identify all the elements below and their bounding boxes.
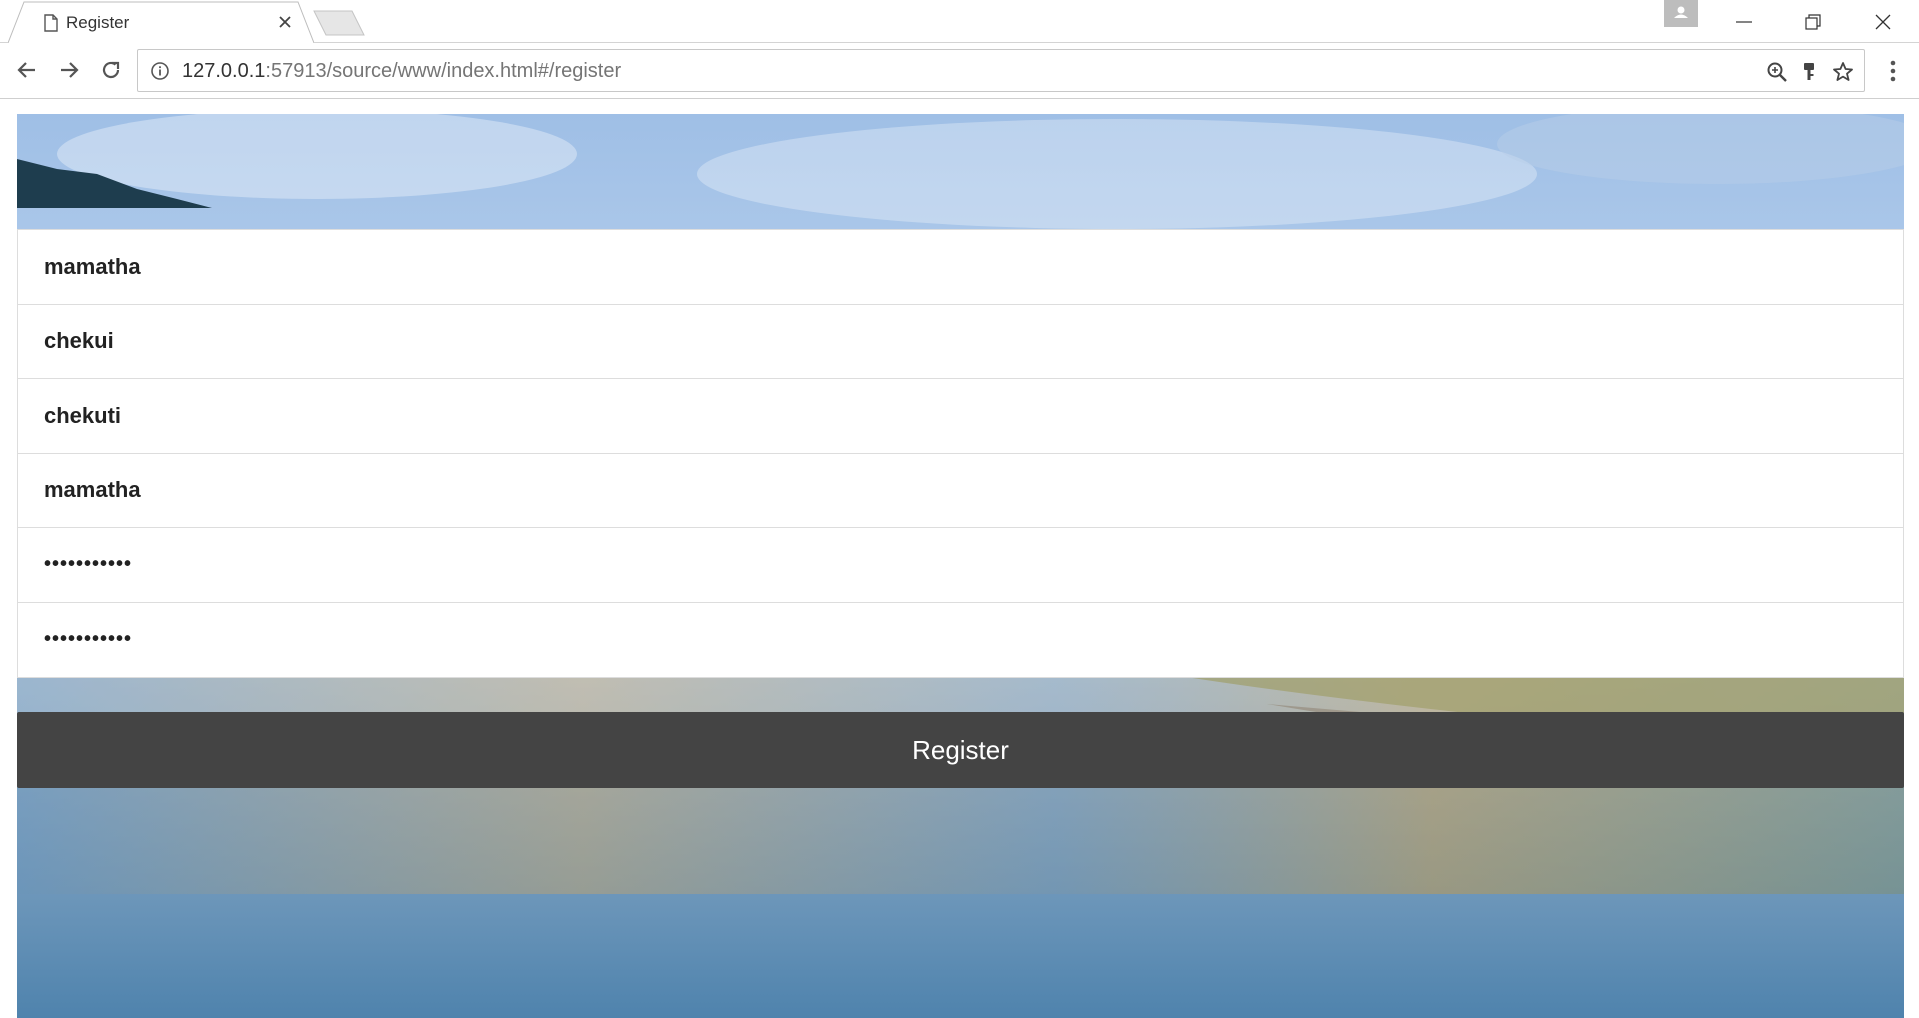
zoom-icon[interactable] <box>1765 60 1789 84</box>
forward-arrow-icon <box>61 62 79 78</box>
avatar-icon <box>1674 6 1688 18</box>
address-bar[interactable]: 127.0.0.1:57913/source/www/index.html#/r… <box>137 49 1865 92</box>
page-viewport: mamatha chekui chekuti mamatha •••••••••… <box>0 100 1919 1018</box>
reload-button[interactable] <box>96 55 126 85</box>
more-menu-icon[interactable] <box>1880 56 1906 86</box>
tab-title: Register <box>66 13 130 32</box>
register-button[interactable]: Register <box>17 712 1904 788</box>
confirm-password-field[interactable]: ••••••••••• <box>18 603 1903 678</box>
browser-toolbar: 127.0.0.1:57913/source/www/index.html#/r… <box>0 43 1919 99</box>
new-tab-button[interactable] <box>312 10 366 36</box>
close-window-button[interactable] <box>1849 0 1917 42</box>
first-name-field[interactable]: mamatha <box>18 230 1903 305</box>
tab-strip: Register <box>0 0 1919 43</box>
url-text[interactable]: 127.0.0.1:57913/source/www/index.html#/r… <box>182 60 621 83</box>
minimize-icon <box>1736 21 1752 23</box>
star-icon[interactable] <box>1831 60 1855 84</box>
restore-icon <box>1805 14 1821 30</box>
back-button[interactable] <box>12 55 42 85</box>
password-field[interactable]: ••••••••••• <box>18 528 1903 603</box>
profile-button[interactable] <box>1664 0 1698 27</box>
name-field[interactable]: mamatha <box>18 454 1903 528</box>
info-icon[interactable] <box>150 61 170 81</box>
url-path: :57913/source/www/index.html#/register <box>265 60 622 82</box>
back-arrow-icon <box>17 62 35 78</box>
url-host: 127.0.0.1 <box>182 60 266 82</box>
username-field[interactable]: chekuti <box>18 379 1903 454</box>
browser-tab[interactable]: Register <box>8 1 314 43</box>
close-tab-icon[interactable] <box>275 12 295 32</box>
last-name-field[interactable]: chekui <box>18 305 1903 379</box>
page-icon <box>44 14 58 32</box>
restore-button[interactable] <box>1779 0 1847 42</box>
register-form: mamatha chekui chekuti mamatha •••••••••… <box>17 229 1904 678</box>
minimize-button[interactable] <box>1710 0 1778 42</box>
close-icon <box>1875 14 1891 30</box>
reload-icon <box>102 61 120 79</box>
key-icon[interactable] <box>1798 60 1822 84</box>
forward-button[interactable] <box>54 55 84 85</box>
